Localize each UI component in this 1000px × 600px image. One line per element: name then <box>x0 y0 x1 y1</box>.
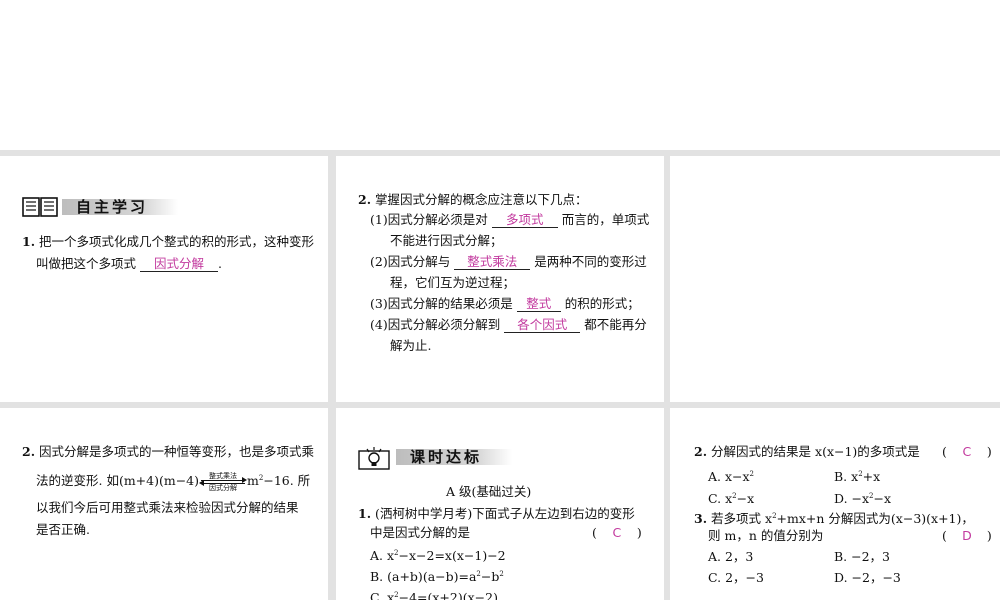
question-3-stem: 3. 若多项式 x2+mx+n 分解因式为(x−3)(x+1)， <box>694 511 974 527</box>
panel-blank <box>670 156 1000 402</box>
question-1-line-2: 中是因式分解的是 (C) <box>370 525 642 540</box>
section-title: 课时达标 <box>396 449 513 465</box>
note-3: (3)因式分解的结果必须是 整式 的积的形式； <box>370 296 640 312</box>
note-line-1: 2. 因式分解是多项式的一种恒等变形，也是多项式乘 <box>22 444 315 459</box>
q2-option-b: B. x2+x <box>834 469 881 485</box>
answer-blank: 各个因式 <box>504 318 581 333</box>
section-heading-self-study: 自主学习 <box>22 196 202 218</box>
panel-self-study: 自主学习 1. 把一个多项式化成几个整式的积的形式，这种变形 叫做把这个多项式 … <box>0 156 328 402</box>
section-title: 自主学习 <box>62 199 179 215</box>
answer-blank: 整式乘法 <box>454 255 531 270</box>
note-4-line-1: (4)因式分解必须分解到 各个因式 都不能再分 <box>370 317 647 333</box>
panel-factorization-notes: 2. 掌握因式分解的概念应注意以下几点： (1)因式分解必须是对 多项式 而言的… <box>336 156 664 402</box>
note-2-line-2: 程，它们互为逆过程； <box>390 275 516 290</box>
answer-bracket: (C) <box>942 444 992 459</box>
option-b: B. (a+b)(a−b)=a2−b2 <box>370 569 504 585</box>
option-a: A. x2−x−2=x(x−1)−2 <box>370 548 506 564</box>
lightbulb-icon <box>358 447 390 470</box>
q3-option-b: B. −2，3 <box>834 549 891 564</box>
question-2-stem: 2. 分解因式的结果是 x(x−1)的多项式是 (C) <box>694 444 992 459</box>
question-2-intro: 2. 掌握因式分解的概念应注意以下几点： <box>358 192 588 207</box>
note-2-line-1: (2)因式分解与 整式乘法 是两种不同的变形过 <box>370 254 647 270</box>
panel-class-practice: 课时达标 A 级(基础过关) 1. (洒柯树中学月考)下面式子从左边到右边的变形… <box>336 408 664 600</box>
left-arrow-icon <box>199 479 246 486</box>
question-1-line-1: 1. 把一个多项式化成几个整式的积的形式，这种变形 <box>22 234 315 249</box>
q2-option-a: A. x−x2 <box>708 469 755 485</box>
answer-blank: 多项式 <box>491 213 558 228</box>
note-1-line-2: 不能进行因式分解； <box>390 233 503 248</box>
note-4-line-2: 解为止. <box>390 338 432 353</box>
q3-option-c: C. 2，−3 <box>708 570 764 585</box>
answer-bracket: (C) <box>592 525 642 540</box>
q3-option-a: A. 2，3 <box>708 549 754 564</box>
note-line-2: 法的逆变形. 如(m+4)(m−4) 整式乘法 因式分解 m2−16. 所 <box>36 471 311 492</box>
level-heading: A 级(基础过关) <box>446 484 532 499</box>
panel-identity-note: 2. 因式分解是多项式的一种恒等变形，也是多项式乘 法的逆变形. 如(m+4)(… <box>0 408 328 600</box>
q2-option-d: D. −x2−x <box>834 491 892 507</box>
note-line-4: 是否正确. <box>36 522 90 537</box>
q2-option-c: C. x2−x <box>708 491 755 507</box>
book-icon <box>22 197 58 217</box>
right-arrow-icon <box>201 476 248 483</box>
section-heading-class-practice: 课时达标 <box>358 446 538 470</box>
answer-blank: 因式分解 <box>140 257 218 272</box>
q3-option-d: D. −2，−3 <box>834 570 901 585</box>
answer-bracket: (D) <box>942 528 992 543</box>
note-1-line-1: (1)因式分解必须是对 多项式 而言的，单项式 <box>370 212 650 228</box>
option-c: C. x2−4=(x+2)(x−2) <box>370 590 498 600</box>
question-1-line-1: 1. (洒柯树中学月考)下面式子从左边到右边的变形 <box>358 506 635 521</box>
question-3-line-2: 则 m，n 的值分别为 (D) <box>708 528 992 543</box>
note-line-3: 以我们今后可用整式乘法来检验因式分解的结果 <box>36 500 299 515</box>
answer-blank: 整式 <box>516 297 561 312</box>
panel-questions-2-3: 2. 分解因式的结果是 x(x−1)的多项式是 (C) A. x−x2 B. x… <box>670 408 1000 600</box>
question-1-line-2: 叫做把这个多项式 因式分解. <box>36 256 222 272</box>
transform-arrows: 整式乘法 因式分解 <box>199 472 248 492</box>
